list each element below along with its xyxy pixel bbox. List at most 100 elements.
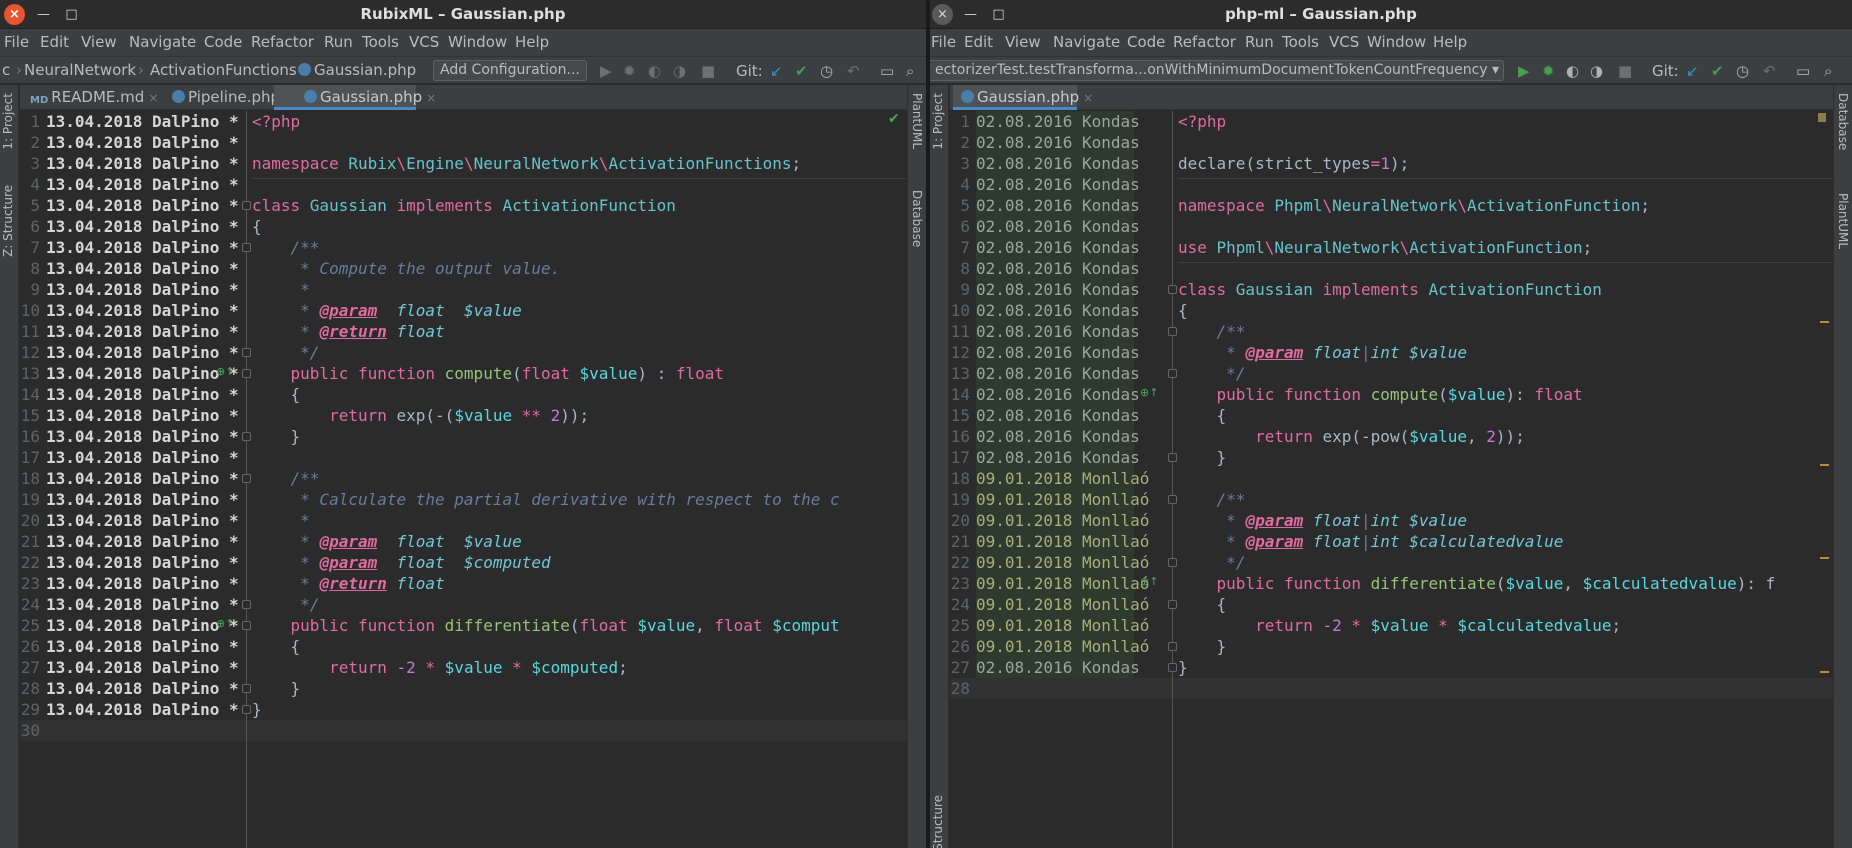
run-icon[interactable]: ▶ <box>600 62 612 80</box>
debug-icon[interactable]: ✹ <box>623 62 636 80</box>
vcs-annotation[interactable]: 13.04.2018 DalPino * <box>46 174 239 195</box>
vcs-annotation[interactable]: 02.08.2016 Kondas <box>976 216 1140 237</box>
menu-code[interactable]: Code <box>1127 33 1165 51</box>
vcs-annotation[interactable]: 13.04.2018 DalPino * <box>46 384 239 405</box>
code-editor[interactable]: 1 13.04.2018 DalPino * 2 13.04.2018 DalPino… <box>20 111 907 848</box>
vcs-revert-icon[interactable]: ↶ <box>1763 62 1776 80</box>
vcs-annotation[interactable]: 13.04.2018 DalPino * <box>46 426 239 447</box>
menu-edit[interactable]: Edit <box>40 33 69 51</box>
vcs-annotation[interactable]: 02.08.2016 Kondas <box>976 258 1140 279</box>
menu-file[interactable]: File <box>931 33 956 51</box>
vcs-annotation[interactable]: 13.04.2018 DalPino * <box>46 510 239 531</box>
vcs-annotation[interactable]: 02.08.2016 Kondas <box>976 111 1140 132</box>
tab-gaussian[interactable]: Gaussian.php × <box>953 85 1093 110</box>
vcs-update-icon[interactable]: ↙ <box>770 62 783 80</box>
menu-file[interactable]: File <box>4 33 29 51</box>
vcs-annotation[interactable]: 13.04.2018 DalPino * <box>46 363 239 384</box>
menu-help[interactable]: Help <box>1433 33 1467 51</box>
breadcrumb-file[interactable]: Gaussian.php <box>298 61 416 79</box>
vcs-annotation[interactable]: 13.04.2018 DalPino * <box>46 678 239 699</box>
menu-vcs[interactable]: VCS <box>1329 33 1359 51</box>
tool-window-database[interactable]: Database <box>1836 93 1850 150</box>
vcs-annotation[interactable]: 02.08.2016 Kondas <box>976 195 1140 216</box>
debug-icon[interactable]: ✹ <box>1542 62 1555 80</box>
vcs-annotation[interactable]: 09.01.2018 Monllaó <box>976 573 1149 594</box>
menu-view[interactable]: View <box>81 33 117 51</box>
stop-icon[interactable]: ■ <box>1618 62 1632 80</box>
menu-tools[interactable]: Tools <box>362 33 399 51</box>
vcs-annotation[interactable]: 09.01.2018 Monllaó <box>976 489 1149 510</box>
vcs-annotation[interactable]: 02.08.2016 Kondas <box>976 132 1140 153</box>
vcs-annotation[interactable]: 02.08.2016 Kondas <box>976 426 1140 447</box>
vcs-annotation[interactable]: 13.04.2018 DalPino * <box>46 636 239 657</box>
vcs-annotation[interactable]: 13.04.2018 DalPino * <box>46 342 239 363</box>
vcs-annotation[interactable]: 13.04.2018 DalPino * <box>46 195 239 216</box>
close-tab-icon[interactable]: × <box>148 91 158 105</box>
fold-marker-icon[interactable] <box>1168 642 1177 651</box>
menu-navigate[interactable]: Navigate <box>129 33 196 51</box>
code-editor[interactable]: 1 2 3 4 5 6 7 8 9 10 11 12 13 14 15 16 17 18 19 20 21 22 23 24 2… <box>950 111 1833 848</box>
vcs-annotation[interactable]: 13.04.2018 DalPino * <box>46 699 239 720</box>
fold-marker-icon[interactable] <box>1168 453 1177 462</box>
implements-method-icon[interactable]: ⊕↑ <box>1140 575 1158 588</box>
fold-marker-icon[interactable] <box>242 432 251 441</box>
vcs-annotation[interactable]: 13.04.2018 DalPino * <box>46 216 239 237</box>
fold-marker-icon[interactable] <box>242 600 251 609</box>
tool-window-structure[interactable]: Z: Structure <box>1 185 15 257</box>
tool-window-database[interactable]: Database <box>910 190 924 247</box>
vcs-annotation[interactable]: 13.04.2018 DalPino * <box>46 573 239 594</box>
vcs-annotation[interactable]: 13.04.2018 DalPino * <box>46 468 239 489</box>
project-structure-icon[interactable]: ▭ <box>880 62 894 80</box>
menu-vcs[interactable]: VCS <box>409 33 439 51</box>
tool-window-project[interactable]: 1: Project <box>931 93 945 150</box>
tab-gaussian[interactable]: Gaussian.php × <box>274 85 436 110</box>
profile-icon[interactable]: ◑ <box>673 62 686 80</box>
vcs-annotation[interactable]: 13.04.2018 DalPino * <box>46 594 239 615</box>
breadcrumb-activationfunctions[interactable]: ActivationFunctions <box>150 61 297 79</box>
breadcrumb-root[interactable]: c <box>2 61 10 79</box>
close-tab-icon[interactable]: × <box>1083 91 1093 105</box>
menu-refactor[interactable]: Refactor <box>1173 33 1236 51</box>
vcs-annotation[interactable]: 02.08.2016 Kondas <box>976 279 1140 300</box>
fold-marker-icon[interactable] <box>242 705 251 714</box>
tool-window-project[interactable]: 1: Project <box>1 93 15 150</box>
vcs-history-icon[interactable]: ◷ <box>1736 62 1749 80</box>
fold-marker-icon[interactable] <box>242 474 251 483</box>
fold-marker-icon[interactable] <box>1168 285 1177 294</box>
vcs-annotation[interactable]: 13.04.2018 DalPino * <box>46 300 239 321</box>
tool-window-plantuml[interactable]: PlantUML <box>1836 193 1850 249</box>
fold-marker-icon[interactable] <box>242 243 251 252</box>
vcs-annotation[interactable]: 13.04.2018 DalPino * <box>46 552 239 573</box>
vcs-annotation[interactable]: 13.04.2018 DalPino * <box>46 111 239 132</box>
tool-window-plantuml[interactable]: PlantUML <box>910 93 924 149</box>
vcs-commit-icon[interactable]: ✔ <box>795 62 808 80</box>
vcs-annotation[interactable]: 09.01.2018 Monllaó <box>976 510 1149 531</box>
search-icon[interactable]: ⌕ <box>1824 62 1832 80</box>
vcs-annotation[interactable]: 09.01.2018 Monllaó <box>976 636 1149 657</box>
vcs-annotation[interactable]: 02.08.2016 Kondas <box>976 174 1140 195</box>
vcs-annotation[interactable]: 13.04.2018 DalPino * <box>46 447 239 468</box>
profile-icon[interactable]: ◑ <box>1590 62 1603 80</box>
vcs-revert-icon[interactable]: ↶ <box>847 62 860 80</box>
vcs-annotation[interactable]: 09.01.2018 Monllaó <box>976 615 1149 636</box>
menu-run[interactable]: Run <box>1245 33 1274 51</box>
fold-marker-icon[interactable] <box>1168 369 1177 378</box>
vcs-annotation[interactable]: 13.04.2018 DalPino * <box>46 237 239 258</box>
menu-edit[interactable]: Edit <box>964 33 993 51</box>
implements-method-icon[interactable]: ⊕↑ <box>216 365 234 378</box>
vcs-annotation[interactable]: 02.08.2016 Kondas <box>976 405 1140 426</box>
run-configuration-select[interactable]: ectorizerTest.testTransforma...onWithMin… <box>930 60 1504 81</box>
menu-run[interactable]: Run <box>324 33 353 51</box>
vcs-annotation[interactable]: 09.01.2018 Monllaó <box>976 594 1149 615</box>
vcs-update-icon[interactable]: ↙ <box>1686 62 1699 80</box>
fold-marker-icon[interactable] <box>1168 663 1177 672</box>
vcs-annotation[interactable]: 09.01.2018 Monllaó <box>976 552 1149 573</box>
run-icon[interactable]: ▶ <box>1518 62 1530 80</box>
vcs-annotation[interactable]: 13.04.2018 DalPino * <box>46 321 239 342</box>
vcs-annotation[interactable]: 13.04.2018 DalPino * <box>46 615 239 636</box>
menu-code[interactable]: Code <box>204 33 242 51</box>
stop-icon[interactable]: ■ <box>701 62 715 80</box>
vcs-annotation[interactable]: 02.08.2016 Kondas <box>976 363 1140 384</box>
fold-marker-icon[interactable] <box>242 348 251 357</box>
menu-navigate[interactable]: Navigate <box>1053 33 1120 51</box>
